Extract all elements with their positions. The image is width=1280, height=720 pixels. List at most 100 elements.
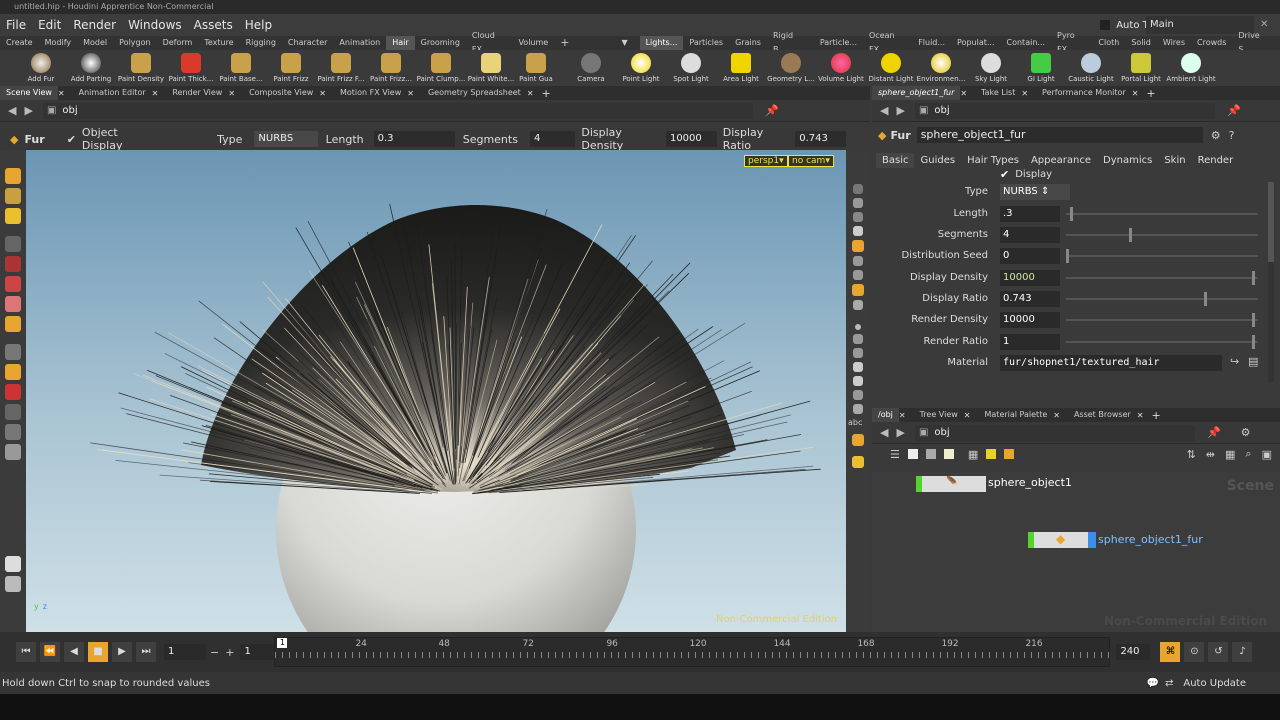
segments-field[interactable]: 4	[1000, 227, 1060, 243]
display-ratio-field[interactable]: 0.743	[795, 131, 846, 147]
shelf-tab-create[interactable]: Create	[0, 36, 39, 50]
display-checkbox[interactable]: ✔	[1000, 168, 1009, 181]
table-icon[interactable]: ▦	[968, 448, 978, 461]
slider-handle[interactable]	[1204, 292, 1208, 306]
slider-handle[interactable]	[1252, 271, 1255, 285]
shelf-tab-volume[interactable]: Volume	[512, 36, 554, 50]
auto-takes-checkbox[interactable]	[1100, 20, 1111, 30]
tab-tree-view[interactable]: Tree View	[914, 408, 964, 422]
shelf-tab-populate[interactable]: Populat...	[951, 36, 1000, 50]
timeline-track[interactable]: 1 1 24 48 72 96 120 144 168 192 216	[274, 637, 1111, 667]
stop-icon[interactable]: ■	[88, 642, 108, 662]
select-tool-icon[interactable]	[5, 168, 21, 184]
slider-handle[interactable]	[1252, 313, 1255, 327]
display-toggle[interactable]: ✔ Display	[1000, 166, 1052, 182]
scene-path-field[interactable]: ▣ obj	[42, 102, 753, 119]
segments-field[interactable]: 4	[529, 131, 576, 147]
shelf-tab-particle-fluids[interactable]: Particle...	[814, 36, 863, 50]
paint-white-tool[interactable]: Paint White...	[466, 50, 516, 86]
add-fur-tool[interactable]: Add Fur	[16, 50, 66, 86]
handle-tool-icon[interactable]	[5, 276, 21, 292]
grid-snap-icon[interactable]	[5, 364, 21, 380]
shelf-menu-icon[interactable]: ▼	[615, 36, 633, 50]
object-display-checkbox[interactable]: ✔	[67, 133, 76, 146]
pin-icon[interactable]: 📌	[765, 104, 779, 117]
menu-windows[interactable]: Windows	[122, 18, 188, 32]
grey-square-icon[interactable]	[925, 449, 936, 459]
shelf-tab-containers[interactable]: Contain...	[1001, 36, 1052, 50]
slider-handle[interactable]	[1129, 228, 1133, 242]
decrement-frame-icon[interactable]: −	[210, 646, 219, 659]
shelf-tab-fluid[interactable]: Fluid...	[912, 36, 951, 50]
display-ratio-slider[interactable]	[1066, 292, 1258, 306]
jump-end-icon[interactable]: ⏭	[136, 642, 156, 662]
add-tab-icon[interactable]: +	[1151, 409, 1160, 422]
paint-guard-tool[interactable]: Paint Gua	[516, 50, 556, 86]
slider-handle[interactable]	[1069, 207, 1073, 221]
close-tab-icon[interactable]: ✕	[152, 89, 159, 98]
shelf-tab-character[interactable]: Character	[282, 36, 334, 50]
shelf-tab-model[interactable]: Model	[77, 36, 113, 50]
close-tab-icon[interactable]: ✕	[407, 89, 414, 98]
slider-handle[interactable]	[1252, 335, 1255, 349]
volume-light-tool[interactable]: Volume Light	[816, 50, 866, 86]
help-icon[interactable]: ?	[1229, 129, 1235, 142]
shelf-tab-animation[interactable]: Animation	[333, 36, 386, 50]
paint-tool-icon[interactable]	[5, 316, 21, 332]
segments-slider[interactable]	[1066, 228, 1258, 242]
layout-icon[interactable]: ⇅	[1187, 448, 1196, 461]
node-sphere-object1[interactable]: 🪶	[916, 476, 986, 492]
gi-light-tool[interactable]: GI Light	[1016, 50, 1066, 86]
paint-base-tool[interactable]: Paint Base...	[216, 50, 266, 86]
vertex-icon[interactable]	[853, 390, 863, 400]
add-parting-tool[interactable]: Add Parting	[66, 50, 116, 86]
slider-handle[interactable]	[1066, 249, 1069, 263]
render-icon[interactable]	[5, 556, 21, 572]
tab-material-palette[interactable]: Material Palette	[979, 408, 1054, 422]
update-mode-select[interactable]: Auto Update	[1183, 678, 1246, 689]
list-icon[interactable]: ☰	[890, 448, 900, 461]
jump-start-icon[interactable]: ⏮	[16, 642, 36, 662]
display-density-slider[interactable]	[1066, 271, 1258, 285]
length-field[interactable]: .3	[1000, 206, 1060, 222]
light-toggle-icon[interactable]	[852, 456, 864, 468]
current-frame-field[interactable]: 1	[164, 644, 206, 660]
add-shelf-icon[interactable]: +	[554, 36, 575, 50]
close-tab-icon[interactable]: ✕	[1132, 89, 1139, 98]
environment-light-tool[interactable]: Environmen...	[916, 50, 966, 86]
vector-display-icon[interactable]	[853, 348, 863, 358]
node-name-field[interactable]: sphere_object1_fur	[916, 127, 1203, 143]
portal-light-tool[interactable]: Portal Light	[1116, 50, 1166, 86]
headlight-icon[interactable]	[853, 270, 863, 280]
tab-composite-view[interactable]: Composite View	[243, 86, 319, 100]
shelf-tab-wires[interactable]: Wires	[1157, 36, 1191, 50]
type-select[interactable]: NURBS ⇕	[1000, 184, 1070, 200]
ambient-light-tool[interactable]: Ambient Light	[1166, 50, 1216, 86]
update-mode-icon[interactable]: ⇄	[1165, 678, 1173, 689]
shelf-tab-cloth[interactable]: Cloth	[1092, 36, 1125, 50]
ruler-icon[interactable]	[5, 404, 21, 420]
wireframe-icon[interactable]	[853, 300, 863, 310]
shelf-tab-grains[interactable]: Grains	[729, 36, 767, 50]
display-density-field[interactable]: 10000	[665, 131, 717, 147]
tab-sphere-object1-fur[interactable]: sphere_object1_fur	[872, 86, 961, 100]
add-tab-icon[interactable]: +	[542, 87, 551, 100]
close-tab-icon[interactable]: ✕	[527, 89, 534, 98]
spot-light-tool[interactable]: Spot Light	[666, 50, 716, 86]
menu-help[interactable]: Help	[239, 18, 278, 32]
point-display-icon[interactable]	[855, 324, 861, 330]
shelf-tab-texture[interactable]: Texture	[198, 36, 239, 50]
render-density-field[interactable]: 10000	[1000, 312, 1060, 328]
back-arrow-icon[interactable]: ◀	[880, 104, 888, 117]
tab-take-list[interactable]: Take List	[975, 86, 1021, 100]
close-tab-icon[interactable]: ✕	[1053, 411, 1060, 420]
type-select[interactable]: NURBS	[254, 131, 318, 147]
search-icon[interactable]: ⌕	[1245, 447, 1251, 461]
tab-geometry-spreadsheet[interactable]: Geometry Spreadsheet	[422, 86, 527, 100]
node-sphere-object1-fur[interactable]: ◆	[1028, 532, 1096, 548]
close-tab-icon[interactable]: ✕	[1137, 411, 1144, 420]
pin-icon[interactable]: 📌	[1207, 426, 1221, 439]
bbox-icon[interactable]	[853, 376, 863, 386]
display-options-icon[interactable]	[5, 444, 21, 460]
render-region-icon[interactable]	[5, 424, 21, 440]
